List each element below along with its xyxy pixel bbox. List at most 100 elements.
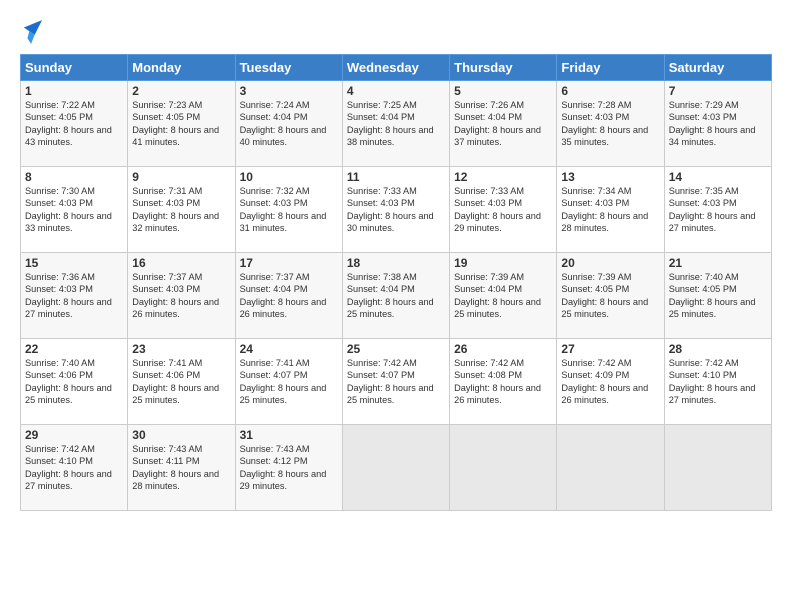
day-info: Sunrise: 7:26 AMSunset: 4:04 PMDaylight:… xyxy=(454,100,541,147)
day-number: 28 xyxy=(669,342,767,356)
day-number: 6 xyxy=(561,84,659,98)
calendar-cell: 7 Sunrise: 7:29 AMSunset: 4:03 PMDaylight… xyxy=(664,81,771,167)
calendar-cell: 14 Sunrise: 7:35 AMSunset: 4:03 PMDayligh… xyxy=(664,167,771,253)
day-number: 31 xyxy=(240,428,338,442)
day-number: 20 xyxy=(561,256,659,270)
day-info: Sunrise: 7:42 AMSunset: 4:07 PMDaylight:… xyxy=(347,358,434,405)
day-info: Sunrise: 7:40 AMSunset: 4:06 PMDaylight:… xyxy=(25,358,112,405)
day-number: 9 xyxy=(132,170,230,184)
day-info: Sunrise: 7:30 AMSunset: 4:03 PMDaylight:… xyxy=(25,186,112,233)
calendar-cell: 8 Sunrise: 7:30 AMSunset: 4:03 PMDaylight… xyxy=(21,167,128,253)
calendar-week-1: 1 Sunrise: 7:22 AMSunset: 4:05 PMDaylight… xyxy=(21,81,772,167)
day-number: 30 xyxy=(132,428,230,442)
calendar-cell: 5 Sunrise: 7:26 AMSunset: 4:04 PMDaylight… xyxy=(450,81,557,167)
day-info: Sunrise: 7:33 AMSunset: 4:03 PMDaylight:… xyxy=(454,186,541,233)
day-number: 29 xyxy=(25,428,123,442)
day-number: 4 xyxy=(347,84,445,98)
header-sunday: Sunday xyxy=(21,55,128,81)
calendar-cell: 18Sunrise: 7:38 AMSunset: 4:04 PMDayligh… xyxy=(342,253,449,339)
header-wednesday: Wednesday xyxy=(342,55,449,81)
calendar-cell: 6 Sunrise: 7:28 AMSunset: 4:03 PMDaylight… xyxy=(557,81,664,167)
day-number: 14 xyxy=(669,170,767,184)
calendar-cell: 11 Sunrise: 7:33 AMSunset: 4:03 PMDayligh… xyxy=(342,167,449,253)
header-tuesday: Tuesday xyxy=(235,55,342,81)
day-info: Sunrise: 7:40 AMSunset: 4:05 PMDaylight:… xyxy=(669,272,756,319)
day-number: 13 xyxy=(561,170,659,184)
header-monday: Monday xyxy=(128,55,235,81)
calendar-cell: 12 Sunrise: 7:33 AMSunset: 4:03 PMDayligh… xyxy=(450,167,557,253)
day-number: 25 xyxy=(347,342,445,356)
header xyxy=(20,18,772,46)
calendar-cell: 17Sunrise: 7:37 AMSunset: 4:04 PMDayligh… xyxy=(235,253,342,339)
day-number: 5 xyxy=(454,84,552,98)
day-number: 12 xyxy=(454,170,552,184)
page: Sunday Monday Tuesday Wednesday Thursday… xyxy=(0,0,792,612)
calendar-week-4: 22 Sunrise: 7:40 AMSunset: 4:06 PMDayligh… xyxy=(21,339,772,425)
day-number: 22 xyxy=(25,342,123,356)
day-info: Sunrise: 7:35 AMSunset: 4:03 PMDaylight:… xyxy=(669,186,756,233)
day-info: Sunrise: 7:22 AMSunset: 4:05 PMDaylight:… xyxy=(25,100,112,147)
day-number: 3 xyxy=(240,84,338,98)
day-info: Sunrise: 7:42 AMSunset: 4:09 PMDaylight:… xyxy=(561,358,648,405)
calendar-cell xyxy=(450,425,557,511)
day-info: Sunrise: 7:24 AMSunset: 4:04 PMDaylight:… xyxy=(240,100,327,147)
calendar-cell: 4 Sunrise: 7:25 AMSunset: 4:04 PMDaylight… xyxy=(342,81,449,167)
calendar-cell: 9 Sunrise: 7:31 AMSunset: 4:03 PMDaylight… xyxy=(128,167,235,253)
header-saturday: Saturday xyxy=(664,55,771,81)
day-info: Sunrise: 7:43 AMSunset: 4:12 PMDaylight:… xyxy=(240,444,327,491)
calendar-week-5: 29Sunrise: 7:42 AMSunset: 4:10 PMDayligh… xyxy=(21,425,772,511)
day-info: Sunrise: 7:37 AMSunset: 4:04 PMDaylight:… xyxy=(240,272,327,319)
day-number: 8 xyxy=(25,170,123,184)
day-info: Sunrise: 7:43 AMSunset: 4:11 PMDaylight:… xyxy=(132,444,219,491)
calendar-cell: 16 Sunrise: 7:37 AMSunset: 4:03 PMDayligh… xyxy=(128,253,235,339)
calendar-cell xyxy=(342,425,449,511)
day-number: 1 xyxy=(25,84,123,98)
day-number: 19 xyxy=(454,256,552,270)
day-number: 27 xyxy=(561,342,659,356)
day-info: Sunrise: 7:36 AMSunset: 4:03 PMDaylight:… xyxy=(25,272,112,319)
day-info: Sunrise: 7:28 AMSunset: 4:03 PMDaylight:… xyxy=(561,100,648,147)
day-info: Sunrise: 7:41 AMSunset: 4:07 PMDaylight:… xyxy=(240,358,327,405)
day-number: 21 xyxy=(669,256,767,270)
calendar-week-3: 15Sunrise: 7:36 AMSunset: 4:03 PMDayligh… xyxy=(21,253,772,339)
day-number: 10 xyxy=(240,170,338,184)
day-info: Sunrise: 7:29 AMSunset: 4:03 PMDaylight:… xyxy=(669,100,756,147)
logo-bird-icon xyxy=(22,18,42,46)
day-info: Sunrise: 7:38 AMSunset: 4:04 PMDaylight:… xyxy=(347,272,434,319)
calendar-cell: 25 Sunrise: 7:42 AMSunset: 4:07 PMDayligh… xyxy=(342,339,449,425)
day-number: 23 xyxy=(132,342,230,356)
calendar-cell: 3 Sunrise: 7:24 AMSunset: 4:04 PMDaylight… xyxy=(235,81,342,167)
calendar-cell: 24Sunrise: 7:41 AMSunset: 4:07 PMDayligh… xyxy=(235,339,342,425)
calendar-cell: 27 Sunrise: 7:42 AMSunset: 4:09 PMDayligh… xyxy=(557,339,664,425)
calendar-cell: 22 Sunrise: 7:40 AMSunset: 4:06 PMDayligh… xyxy=(21,339,128,425)
calendar-cell: 10 Sunrise: 7:32 AMSunset: 4:03 PMDayligh… xyxy=(235,167,342,253)
calendar-cell: 30 Sunrise: 7:43 AMSunset: 4:11 PMDayligh… xyxy=(128,425,235,511)
day-info: Sunrise: 7:33 AMSunset: 4:03 PMDaylight:… xyxy=(347,186,434,233)
day-number: 7 xyxy=(669,84,767,98)
header-thursday: Thursday xyxy=(450,55,557,81)
calendar-table: Sunday Monday Tuesday Wednesday Thursday… xyxy=(20,54,772,511)
day-number: 26 xyxy=(454,342,552,356)
header-row: Sunday Monday Tuesday Wednesday Thursday… xyxy=(21,55,772,81)
day-number: 2 xyxy=(132,84,230,98)
logo xyxy=(20,18,42,46)
calendar-cell: 13Sunrise: 7:34 AMSunset: 4:03 PMDayligh… xyxy=(557,167,664,253)
calendar-cell: 15Sunrise: 7:36 AMSunset: 4:03 PMDayligh… xyxy=(21,253,128,339)
calendar-week-2: 8 Sunrise: 7:30 AMSunset: 4:03 PMDaylight… xyxy=(21,167,772,253)
day-number: 16 xyxy=(132,256,230,270)
day-number: 11 xyxy=(347,170,445,184)
day-info: Sunrise: 7:25 AMSunset: 4:04 PMDaylight:… xyxy=(347,100,434,147)
calendar-cell: 26 Sunrise: 7:42 AMSunset: 4:08 PMDayligh… xyxy=(450,339,557,425)
day-info: Sunrise: 7:37 AMSunset: 4:03 PMDaylight:… xyxy=(132,272,219,319)
calendar-cell: 21 Sunrise: 7:40 AMSunset: 4:05 PMDayligh… xyxy=(664,253,771,339)
day-info: Sunrise: 7:42 AMSunset: 4:08 PMDaylight:… xyxy=(454,358,541,405)
calendar-cell: 2 Sunrise: 7:23 AMSunset: 4:05 PMDaylight… xyxy=(128,81,235,167)
day-info: Sunrise: 7:23 AMSunset: 4:05 PMDaylight:… xyxy=(132,100,219,147)
day-info: Sunrise: 7:32 AMSunset: 4:03 PMDaylight:… xyxy=(240,186,327,233)
calendar-header: Sunday Monday Tuesday Wednesday Thursday… xyxy=(21,55,772,81)
day-info: Sunrise: 7:31 AMSunset: 4:03 PMDaylight:… xyxy=(132,186,219,233)
day-info: Sunrise: 7:39 AMSunset: 4:05 PMDaylight:… xyxy=(561,272,648,319)
calendar-cell xyxy=(557,425,664,511)
calendar-body: 1 Sunrise: 7:22 AMSunset: 4:05 PMDaylight… xyxy=(21,81,772,511)
calendar-cell: 29Sunrise: 7:42 AMSunset: 4:10 PMDayligh… xyxy=(21,425,128,511)
